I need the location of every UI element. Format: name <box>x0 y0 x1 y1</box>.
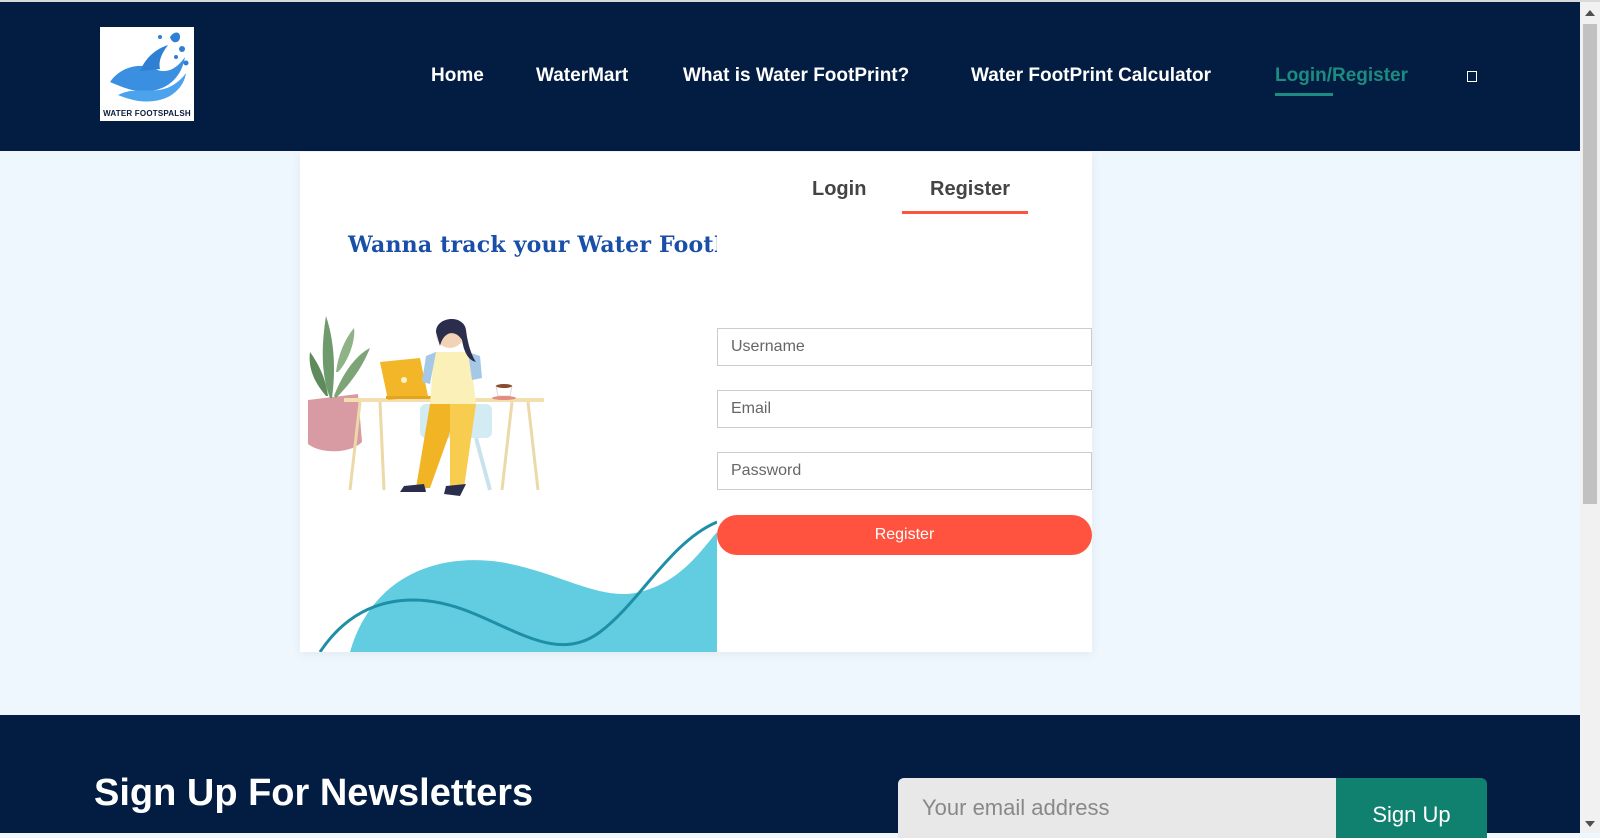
auth-illustration-panel: Wanna track your Water FootPrint <box>300 152 717 652</box>
nav-login-register-label: Login/Register <box>1275 65 1409 86</box>
newsletter-signup-button[interactable]: Sign Up <box>1336 778 1487 838</box>
scroll-up-arrow-icon[interactable] <box>1585 10 1595 16</box>
scrollbar-thumb[interactable] <box>1583 24 1597 504</box>
nav-login-register[interactable]: Login/Register <box>1275 65 1409 96</box>
username-field[interactable] <box>717 328 1092 366</box>
newsletter-title: Sign Up For Newsletters <box>94 772 534 814</box>
password-field[interactable] <box>717 452 1092 490</box>
newsletter-section: Sign Up For Newsletters Sign Up <box>0 715 1580 838</box>
square-icon[interactable] <box>1467 71 1477 82</box>
logo-text: WATER FOOTSPALSH <box>103 109 191 118</box>
auth-form-panel: Login Register Register <box>717 152 1092 652</box>
newsletter-email-input[interactable] <box>898 778 1336 838</box>
auth-card: Wanna track your Water FootPrint <box>300 152 1092 652</box>
site-logo[interactable]: WATER FOOTSPALSH <box>100 27 194 121</box>
email-field[interactable] <box>717 390 1092 428</box>
vertical-scrollbar[interactable] <box>1580 2 1600 833</box>
tab-login[interactable]: Login <box>812 178 866 201</box>
scroll-down-arrow-icon[interactable] <box>1585 821 1595 827</box>
register-button[interactable]: Register <box>717 515 1092 555</box>
tab-register[interactable]: Register <box>930 178 1010 201</box>
active-tab-underline <box>902 211 1028 214</box>
nav-what-is-water-footprint[interactable]: What is Water FootPrint? <box>683 65 909 87</box>
nav-water-footprint-calculator[interactable]: Water FootPrint Calculator <box>971 65 1211 87</box>
nav-home[interactable]: Home <box>431 65 484 87</box>
active-nav-underline <box>1275 93 1333 96</box>
nav-watermart[interactable]: WaterMart <box>536 65 628 87</box>
wave-decoration <box>318 520 717 652</box>
site-header: WATER FOOTSPALSH Home WaterMart What is … <box>0 2 1580 151</box>
woman-at-desk-illustration <box>308 316 544 496</box>
auth-tagline: Wanna track your Water FootPrint <box>348 232 717 258</box>
water-splash-logo-icon <box>110 32 189 102</box>
